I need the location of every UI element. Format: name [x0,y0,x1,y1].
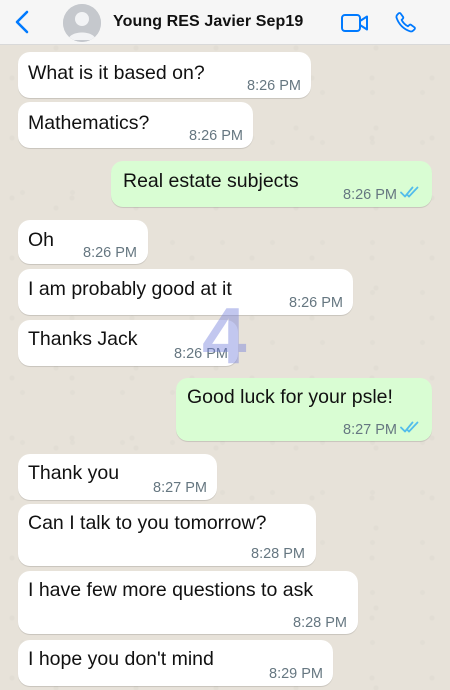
back-button[interactable] [10,8,34,36]
chevron-left-icon [15,10,29,34]
message-time: 8:28 PM [293,615,347,631]
message-time: 8:29 PM [269,666,323,682]
message-time: 8:26 PM [83,245,137,261]
message-time: 8:26 PM [247,78,301,94]
message-text: Can I talk to you tomorrow? [28,512,267,534]
message-text: What is it based on? [28,62,205,84]
message-text: I hope you don't mind [28,648,214,670]
message-bubble-incoming[interactable]: I hope you don't mind 8:29 PM [18,640,333,686]
message-bubble-incoming[interactable]: Mathematics? 8:26 PM [18,102,253,148]
message-time: 8:26 PM [174,346,228,362]
message-bubble-outgoing[interactable]: Real estate subjects 8:26 PM [111,161,432,207]
contact-name[interactable]: Young RES Javier Sep19 [113,13,303,31]
message-time: 8:27 PM [343,422,397,438]
message-time: 8:26 PM [289,295,343,311]
message-time: 8:28 PM [251,546,305,562]
default-avatar-icon [63,4,101,42]
voice-call-button[interactable] [394,10,418,34]
message-bubble-incoming[interactable]: I am probably good at it 8:26 PM [18,269,353,315]
message-text: Good luck for your psle! [187,386,393,408]
avatar[interactable] [63,4,101,42]
message-time: 8:27 PM [153,480,207,496]
message-time: 8:26 PM [189,128,243,144]
message-bubble-incoming[interactable]: Oh 8:26 PM [18,220,148,264]
message-text: Mathematics? [28,112,150,134]
message-bubble-incoming[interactable]: Can I talk to you tomorrow? 8:28 PM [18,504,316,566]
read-receipt-icon [400,421,419,433]
message-bubble-outgoing[interactable]: Good luck for your psle! 8:27 PM [176,378,432,441]
phone-icon [395,12,416,33]
message-bubble-incoming[interactable]: Thanks Jack 8:26 PM [18,320,238,366]
message-bubble-incoming[interactable]: I have few more questions to ask 8:28 PM [18,571,358,634]
message-text: I am probably good at it [28,278,232,300]
message-text: Real estate subjects [123,170,299,192]
read-receipt-icon [400,186,419,198]
message-text: Thank you [28,462,120,484]
video-camera-icon [341,14,368,32]
message-time: 8:26 PM [343,187,397,203]
chat-header: Young RES Javier Sep19 [0,0,450,45]
message-text: Oh [28,229,55,251]
video-call-button[interactable] [340,12,370,34]
message-text: I have few more questions to ask [28,579,314,601]
message-bubble-incoming[interactable]: Thank you 8:27 PM [18,454,217,500]
message-bubble-incoming[interactable]: What is it based on? 8:26 PM [18,52,311,98]
message-text: Thanks Jack [28,328,138,350]
